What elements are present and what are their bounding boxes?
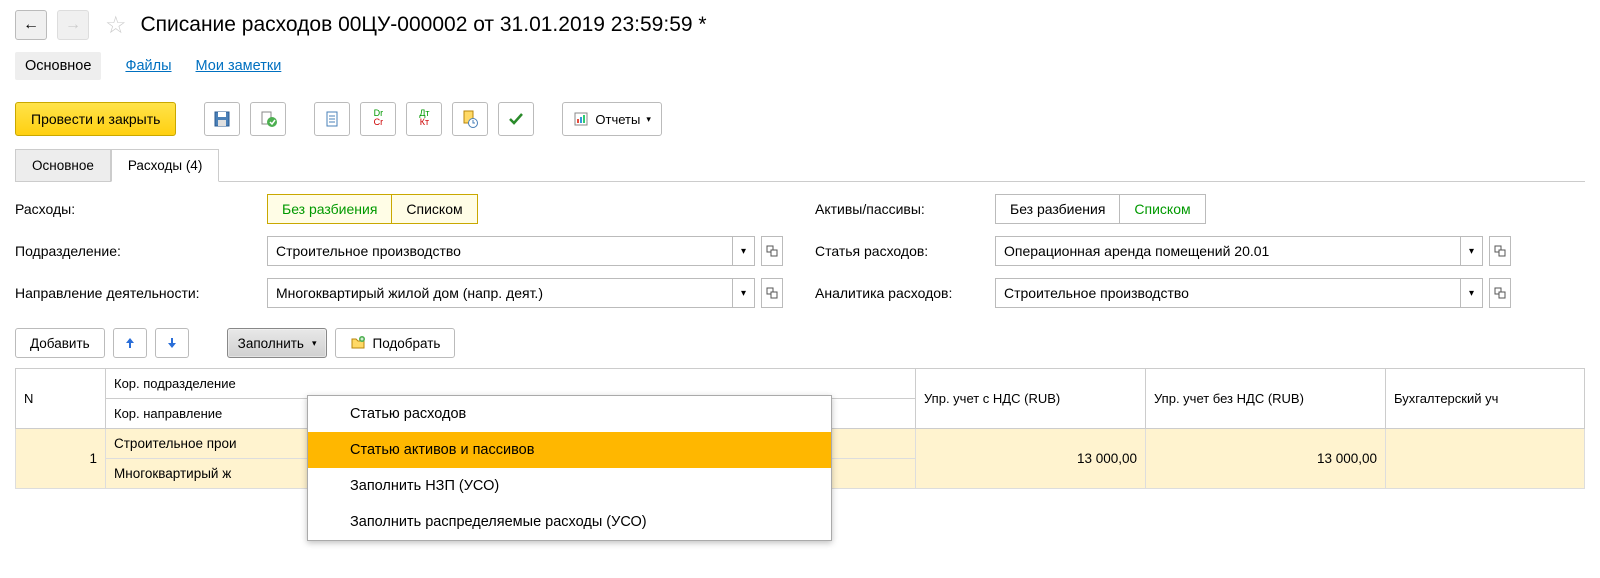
open-icon: [1494, 245, 1506, 257]
post-button[interactable]: [250, 102, 286, 136]
assets-list-button[interactable]: Списком: [1120, 195, 1204, 223]
link-files[interactable]: Файлы: [125, 52, 171, 80]
dropdown-item-nzp[interactable]: Заполнить НЗП (УСО): [308, 468, 831, 504]
clock-icon: [460, 109, 480, 129]
analytics-open-button[interactable]: [1489, 278, 1511, 308]
floppy-icon: [212, 109, 232, 129]
doc-button[interactable]: [314, 102, 350, 136]
dtkt-icon: ДтКт: [414, 109, 434, 129]
pick-label: Подобрать: [372, 336, 440, 351]
tab-expenses[interactable]: Расходы (4): [111, 149, 219, 182]
fill-dropdown: Статью расходов Статью активов и пассиво…: [307, 395, 832, 541]
item-dropdown-button[interactable]: ▾: [1461, 236, 1483, 266]
item-input[interactable]: [995, 236, 1461, 266]
history-button[interactable]: [452, 102, 488, 136]
drcr-button[interactable]: DrCr: [360, 102, 396, 136]
post-icon: [258, 109, 278, 129]
fill-button[interactable]: Заполнить ▾: [227, 328, 328, 358]
move-down-button[interactable]: [155, 328, 189, 358]
check-icon: [506, 109, 526, 129]
cell-novat: 13 000,00: [1146, 429, 1386, 489]
doc-icon: [322, 109, 342, 129]
division-input[interactable]: [267, 236, 733, 266]
reports-button[interactable]: Отчеты ▾: [562, 102, 661, 136]
chevron-down-icon: ▾: [312, 338, 317, 349]
tab-main[interactable]: Основное: [15, 149, 111, 182]
item-open-button[interactable]: [1489, 236, 1511, 266]
chart-icon: [573, 111, 589, 127]
folder-add-icon: [350, 335, 366, 351]
dropdown-item-distrib[interactable]: Заполнить распределяемые расходы (УСО): [308, 504, 831, 540]
analytics-input[interactable]: [995, 278, 1461, 308]
cell-acc: [1386, 429, 1585, 489]
expenses-label: Расходы:: [15, 201, 267, 217]
page-title: Списание расходов 00ЦУ-000002 от 31.01.2…: [141, 13, 707, 37]
item-label: Статья расходов:: [815, 243, 995, 259]
analytics-label: Аналитика расходов:: [815, 285, 995, 301]
arrow-down-icon: [165, 336, 179, 350]
cell-vat: 13 000,00: [916, 429, 1146, 489]
assets-label: Активы/пассивы:: [815, 201, 995, 217]
dropdown-item-expense[interactable]: Статью расходов: [308, 396, 831, 432]
col-division[interactable]: Кор. подразделение: [106, 369, 916, 399]
chevron-down-icon: ▾: [646, 114, 651, 125]
assets-nosplit-button[interactable]: Без разбиения: [996, 195, 1120, 223]
post-close-button[interactable]: Провести и закрыть: [15, 102, 176, 136]
save-button[interactable]: [204, 102, 240, 136]
pick-button[interactable]: Подобрать: [335, 328, 455, 358]
link-main[interactable]: Основное: [15, 52, 101, 80]
open-icon: [1494, 287, 1506, 299]
add-button[interactable]: Добавить: [15, 328, 105, 358]
dtkt-button[interactable]: ДтКт: [406, 102, 442, 136]
reports-label: Отчеты: [595, 112, 640, 127]
forward-button: →: [57, 10, 89, 40]
direction-input[interactable]: [267, 278, 733, 308]
star-icon[interactable]: ☆: [105, 11, 127, 40]
expenses-nosplit-button[interactable]: Без разбиения: [268, 195, 392, 223]
division-label: Подразделение:: [15, 243, 267, 259]
division-open-button[interactable]: [761, 236, 783, 266]
col-vat[interactable]: Упр. учет с НДС (RUB): [916, 369, 1146, 429]
assets-seg: Без разбиения Списком: [995, 194, 1206, 224]
dropdown-item-assets[interactable]: Статью активов и пассивов: [308, 432, 831, 468]
direction-label: Направление деятельности:: [15, 285, 267, 301]
direction-open-button[interactable]: [761, 278, 783, 308]
open-icon: [766, 287, 778, 299]
back-button[interactable]: ←: [15, 10, 47, 40]
expenses-seg: Без разбиения Списком: [267, 194, 478, 224]
col-acc[interactable]: Бухгалтерский уч: [1386, 369, 1585, 429]
analytics-dropdown-button[interactable]: ▾: [1461, 278, 1483, 308]
division-dropdown-button[interactable]: ▾: [733, 236, 755, 266]
open-icon: [766, 245, 778, 257]
cell-n: 1: [16, 429, 106, 489]
arrow-up-icon: [123, 336, 137, 350]
fill-label: Заполнить: [238, 336, 304, 351]
col-novat[interactable]: Упр. учет без НДС (RUB): [1146, 369, 1386, 429]
direction-dropdown-button[interactable]: ▾: [733, 278, 755, 308]
move-up-button[interactable]: [113, 328, 147, 358]
check-button[interactable]: [498, 102, 534, 136]
drcr-icon: DrCr: [368, 109, 388, 129]
link-notes[interactable]: Мои заметки: [196, 52, 282, 80]
col-n[interactable]: N: [16, 369, 106, 429]
expenses-list-button[interactable]: Списком: [392, 195, 476, 223]
